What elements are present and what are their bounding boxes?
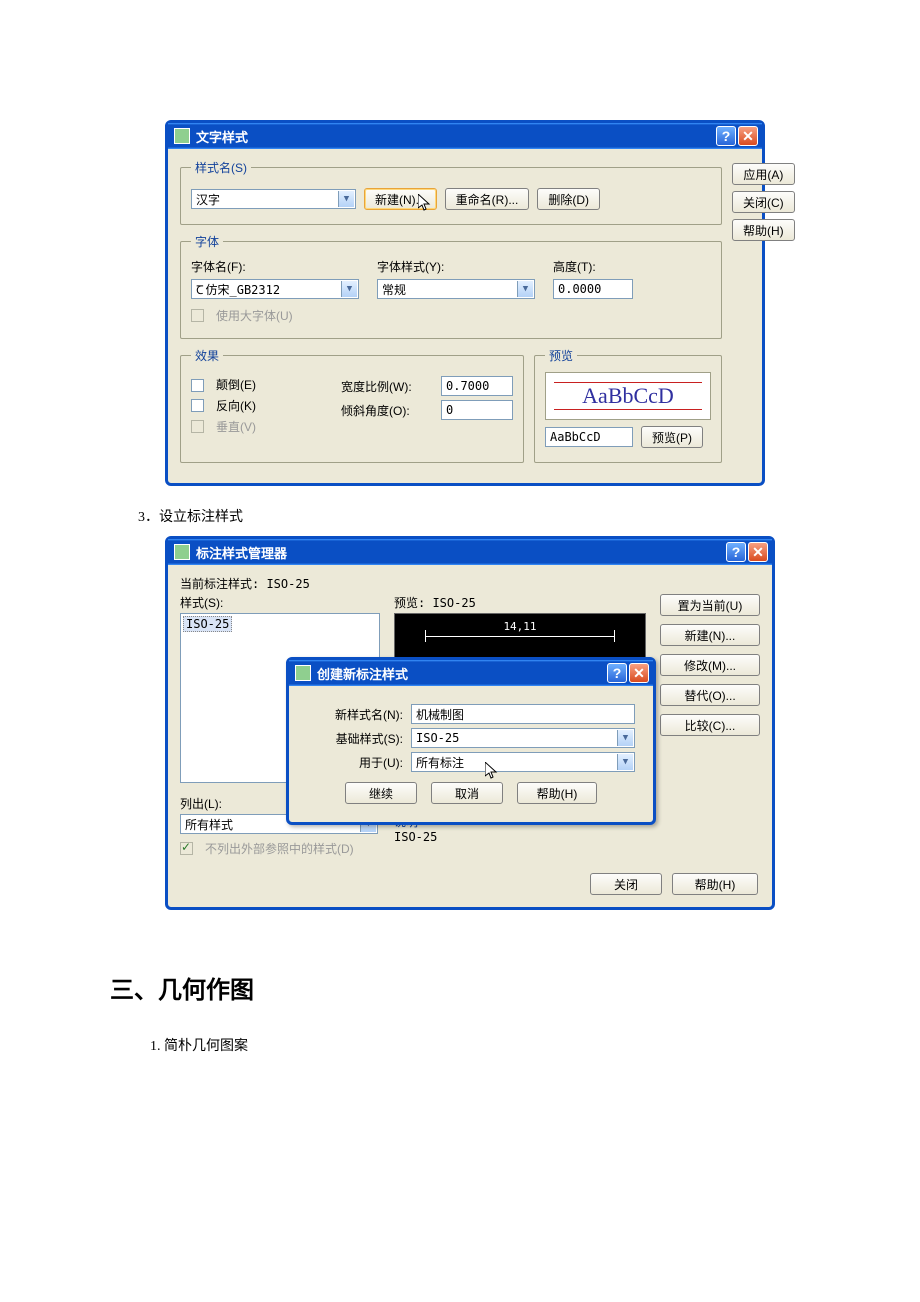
new-name-input[interactable]: 机械制图 <box>411 704 635 724</box>
close-icon[interactable]: ✕ <box>629 663 649 683</box>
current-style-label: 当前标注样式: ISO-25 <box>180 575 760 592</box>
combo-value: 常规 <box>382 281 406 298</box>
preview-button[interactable]: 预览(P) <box>641 426 703 448</box>
preview-input[interactable]: AaBbCcD <box>545 427 633 447</box>
styles-label: 样式(S): <box>180 594 380 611</box>
chevron-down-icon: ▼ <box>341 281 357 297</box>
set-current-button[interactable]: 置为当前(U) <box>660 594 760 616</box>
upside-down-checkbox[interactable] <box>191 377 208 391</box>
new-button[interactable]: 新建(N)... <box>364 188 437 210</box>
oblique-input[interactable]: 0 <box>441 400 513 420</box>
close-icon[interactable]: ✕ <box>738 126 758 146</box>
help-icon[interactable]: ? <box>716 126 736 146</box>
no-xref-checkbox <box>180 842 193 855</box>
titlebar[interactable]: 标注样式管理器 ? ✕ <box>168 539 772 565</box>
combo-value: 仿宋_GB2312 <box>206 281 281 298</box>
help-button[interactable]: 帮助(H) <box>517 782 597 804</box>
dialog-title: 创建新标注样式 <box>317 664 607 683</box>
width-factor-input[interactable]: 0.7000 <box>441 376 513 396</box>
doc-item-3: 3．设立标注样式 <box>138 506 810 526</box>
font-name-label: 字体名(F): <box>191 258 359 275</box>
combo-value: 所有标注 <box>416 754 464 771</box>
base-style-combo[interactable]: ISO-25 ▼ <box>411 728 635 748</box>
new-button[interactable]: 新建(N)... <box>660 624 760 646</box>
group-legend: 样式名(S) <box>191 159 251 176</box>
doc-sub-1: 1. 简朴几何图案 <box>150 1035 810 1055</box>
close-button[interactable]: 关闭(C) <box>732 191 795 213</box>
backwards-checkbox[interactable] <box>191 399 204 412</box>
list-item[interactable]: ISO-25 <box>183 616 232 632</box>
width-factor-label: 宽度比例(W): <box>341 378 433 395</box>
apply-button[interactable]: 应用(A) <box>732 163 795 185</box>
titlebar[interactable]: 创建新标注样式 ? ✕ <box>289 660 653 686</box>
description-value: ISO-25 <box>394 830 646 844</box>
continue-button[interactable]: 继续 <box>345 782 417 804</box>
group-legend: 预览 <box>545 347 577 364</box>
no-xref-label: 不列出外部参照中的样式(D) <box>205 840 354 857</box>
use-for-label: 用于(U): <box>307 754 403 771</box>
modify-button[interactable]: 修改(M)... <box>660 654 760 676</box>
height-input[interactable]: 0.0000 <box>553 279 633 299</box>
rename-button[interactable]: 重命名(R)... <box>445 188 530 210</box>
chevron-down-icon: ▼ <box>517 281 533 297</box>
vertical-checkbox <box>191 420 204 433</box>
effects-group: 效果 颠倒(E) 反向(K) 垂直(V) 宽度比例(W): 0.7000 <box>180 347 524 463</box>
new-dim-style-modal: 创建新标注样式 ? ✕ 新样式名(N): 机械制图 基础样式(S): <box>286 657 656 825</box>
font-style-combo[interactable]: 常规 ▼ <box>377 279 535 299</box>
group-legend: 字体 <box>191 233 223 250</box>
font-name-combo[interactable]: Ꞇ 仿宋_GB2312 ▼ <box>191 279 359 299</box>
preview-box: AaBbCcD <box>545 372 711 420</box>
combo-value: 所有样式 <box>185 816 233 833</box>
chevron-down-icon: ▼ <box>617 754 633 770</box>
dim-value: 14,11 <box>503 620 536 633</box>
dim-style-dialog: 标注样式管理器 ? ✕ 当前标注样式: ISO-25 样式(S): ISO-25… <box>165 536 775 910</box>
font-style-label: 字体样式(Y): <box>377 258 535 275</box>
close-button[interactable]: 关闭 <box>590 873 662 895</box>
text-style-dialog: 文字样式 ? ✕ 样式名(S) 汉字 ▼ 新建(N)... <box>165 120 765 486</box>
oblique-label: 倾斜角度(O): <box>341 402 433 419</box>
close-icon[interactable]: ✕ <box>748 542 768 562</box>
chevron-down-icon: ▼ <box>338 191 354 207</box>
dialog-title: 标注样式管理器 <box>196 543 726 562</box>
height-label: 高度(T): <box>553 258 633 275</box>
app-icon <box>174 544 190 560</box>
combo-value: ISO-25 <box>416 731 459 745</box>
big-font-label: 使用大字体(U) <box>216 307 293 324</box>
app-icon <box>174 128 190 144</box>
big-font-checkbox <box>191 309 204 322</box>
chevron-down-icon: ▼ <box>617 730 633 746</box>
new-name-label: 新样式名(N): <box>307 706 403 723</box>
help-button[interactable]: 帮助(H) <box>672 873 758 895</box>
titlebar[interactable]: 文字样式 ? ✕ <box>168 123 762 149</box>
combo-value: 汉字 <box>196 191 220 208</box>
style-name-group: 样式名(S) 汉字 ▼ 新建(N)... 重命名(R)... <box>180 159 722 225</box>
cancel-button[interactable]: 取消 <box>431 782 503 804</box>
base-style-label: 基础样式(S): <box>307 730 403 747</box>
group-legend: 效果 <box>191 347 223 364</box>
use-for-combo[interactable]: 所有标注 ▼ <box>411 752 635 772</box>
doc-heading-3: 三、几何作图 <box>110 970 810 1005</box>
truetype-icon: Ꞇ <box>196 281 204 298</box>
font-group: 字体 字体名(F): Ꞇ 仿宋_GB2312 ▼ 字体样式(Y): <box>180 233 722 339</box>
override-button[interactable]: 替代(O)... <box>660 684 760 706</box>
dialog-title: 文字样式 <box>196 127 716 146</box>
help-button[interactable]: 帮助(H) <box>732 219 795 241</box>
help-icon[interactable]: ? <box>607 663 627 683</box>
compare-button[interactable]: 比较(C)... <box>660 714 760 736</box>
preview-label: 预览: ISO-25 <box>394 594 646 611</box>
preview-group: 预览 AaBbCcD AaBbCcD 预览(P) <box>534 347 722 463</box>
help-icon[interactable]: ? <box>726 542 746 562</box>
app-icon <box>295 665 311 681</box>
delete-button[interactable]: 删除(D) <box>537 188 600 210</box>
style-name-combo[interactable]: 汉字 ▼ <box>191 189 356 209</box>
